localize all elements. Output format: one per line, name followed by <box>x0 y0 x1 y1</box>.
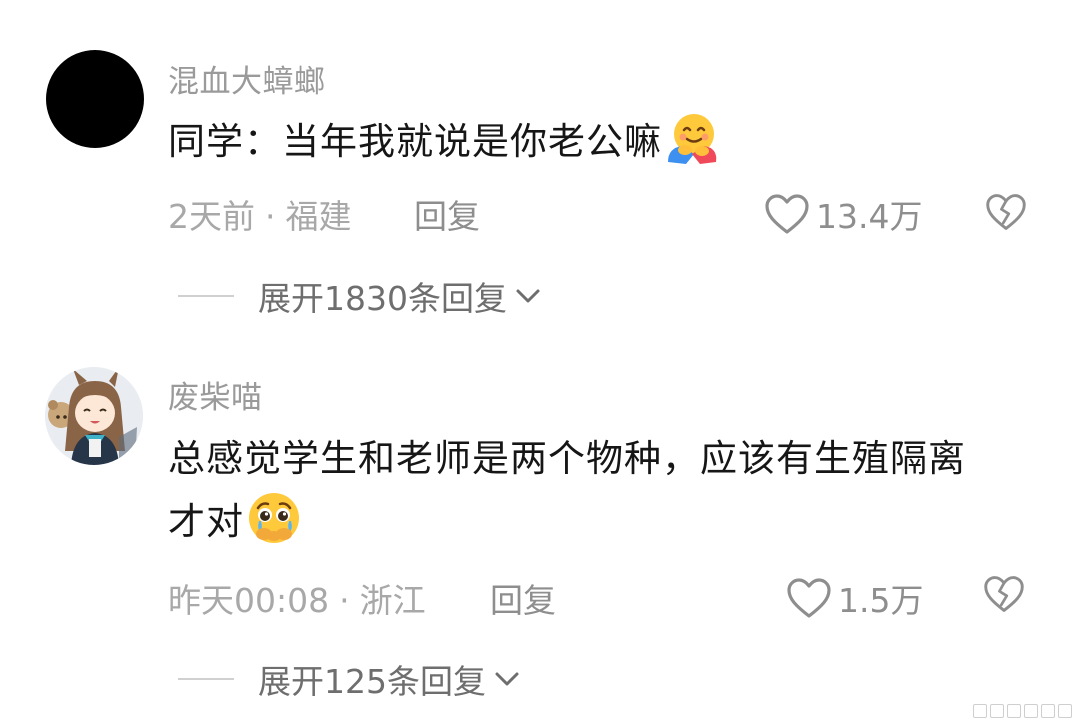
location: 浙江 <box>359 581 426 620</box>
like-count: 13.4万 <box>816 197 923 236</box>
expand-replies[interactable]: 展开1830条回复 <box>178 272 541 320</box>
avatar[interactable] <box>46 50 144 148</box>
heart-outline-icon <box>765 194 809 234</box>
comment-text-line-2-content: 才对 <box>168 500 244 543</box>
like-button[interactable]: 13.4万 <box>764 190 922 238</box>
chevron-down-icon <box>516 289 540 303</box>
chevron-down-icon <box>495 672 519 686</box>
timestamp: 昨天00:08 <box>168 581 330 620</box>
like-button[interactable]: 1.5万 <box>786 574 923 622</box>
meta-separator: · <box>265 197 276 236</box>
heart-outline-icon <box>787 578 831 618</box>
broken-heart-icon[interactable] <box>983 574 1025 614</box>
reply-button[interactable]: 回复 <box>490 574 556 622</box>
comment-text: 总感觉学生和老师是两个物种，应该有生殖隔离 才对 <box>168 428 1048 553</box>
comment-text-content: 同学：当年我就说是你老公嘛 <box>168 120 662 163</box>
anime-girl-avatar <box>45 367 143 465</box>
broken-heart-icon[interactable] <box>985 192 1027 232</box>
reply-button[interactable]: 回复 <box>414 190 480 238</box>
hugging-face-emoji <box>668 114 717 164</box>
like-count: 1.5万 <box>838 581 924 620</box>
comment-text-line-1: 总感觉学生和老师是两个物种，应该有生殖隔离 <box>168 437 966 480</box>
username[interactable]: 混血大蟑螂 <box>168 56 326 101</box>
comment-text-line-2: 才对 <box>168 490 1048 553</box>
meta-separator: · <box>339 581 350 620</box>
comment-meta: 昨天00:08 · 浙江 <box>168 574 426 622</box>
timestamp: 2天前 <box>168 197 255 236</box>
username[interactable]: 废柴喵 <box>168 372 263 417</box>
crying-pleading-face-emoji <box>249 493 299 543</box>
comment-text: 同学：当年我就说是你老公嘛 <box>168 110 1048 173</box>
watermark <box>973 704 1072 718</box>
expand-replies-label: 展开1830条回复 <box>258 279 507 318</box>
location: 福建 <box>285 197 352 236</box>
divider <box>178 678 234 680</box>
expand-replies-label: 展开125条回复 <box>258 662 486 701</box>
divider <box>178 295 234 297</box>
comment-meta: 2天前 · 福建 <box>168 190 352 238</box>
avatar[interactable] <box>45 367 143 465</box>
expand-replies[interactable]: 展开125条回复 <box>178 655 520 703</box>
